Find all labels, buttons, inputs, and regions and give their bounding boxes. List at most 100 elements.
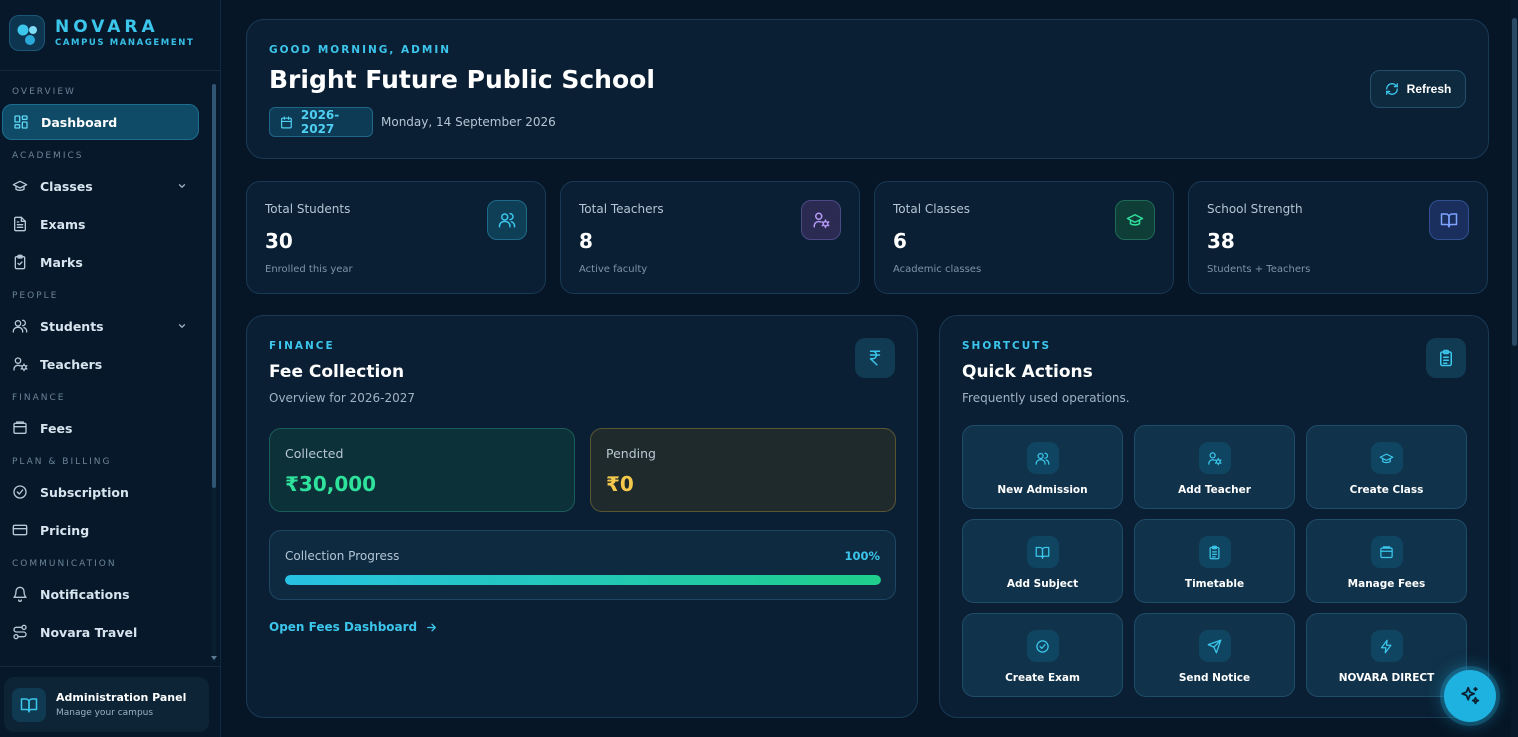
quick-action-novara-direct[interactable]: NOVARA DIRECT xyxy=(1306,613,1467,697)
layout-grid-icon xyxy=(13,114,29,130)
chevron-down-icon[interactable] xyxy=(177,181,187,191)
sidebar-item-fees[interactable]: Fees xyxy=(2,410,199,446)
brand-subtitle: CAMPUS MANAGEMENT xyxy=(55,38,195,48)
refresh-icon xyxy=(1385,83,1398,95)
quick-actions-card: SHORTCUTS Quick Actions Frequently used … xyxy=(939,315,1489,718)
stat-label: Total Teachers xyxy=(579,202,664,216)
sidebar-scroll-down-icon[interactable] xyxy=(211,656,217,660)
admin-panel-subtitle: Manage your campus xyxy=(56,708,154,718)
sidebar-item-exams[interactable]: Exams xyxy=(2,206,199,242)
pending-box: Pending ₹0 xyxy=(590,428,896,512)
check-circle-icon xyxy=(1026,630,1059,662)
collected-box: Collected ₹30,000 xyxy=(269,428,575,512)
sidebar-item-subscription[interactable]: Subscription xyxy=(2,474,199,510)
graduation-cap-icon xyxy=(1370,442,1403,474)
sidebar-item-dashboard[interactable]: Dashboard xyxy=(2,104,199,140)
bell-icon xyxy=(12,586,28,602)
check-circle-icon xyxy=(12,484,28,500)
collected-value: ₹30,000 xyxy=(285,472,377,496)
stat-value: 30 xyxy=(265,229,293,253)
clipboard-list-icon xyxy=(1426,338,1466,378)
wallet-icon xyxy=(12,420,28,436)
fee-collection-card: FINANCE Fee Collection Overview for 2026… xyxy=(246,315,918,718)
quick-action-new-admission[interactable]: New Admission xyxy=(962,425,1123,509)
school-name: Bright Future Public School xyxy=(269,65,655,94)
refresh-label: Refresh xyxy=(1406,82,1452,96)
quick-action-label: Create Exam xyxy=(1005,672,1080,684)
quick-action-create-class[interactable]: Create Class xyxy=(1306,425,1467,509)
sidebar-item-classes[interactable]: Classes xyxy=(2,168,199,204)
quick-action-send-notice[interactable]: Send Notice xyxy=(1134,613,1295,697)
quick-action-create-exam[interactable]: Create Exam xyxy=(962,613,1123,697)
sidebar-item-notifications[interactable]: Notifications xyxy=(2,576,199,612)
sidebar-item-label: Exams xyxy=(40,216,86,232)
finance-overline: FINANCE xyxy=(269,340,335,352)
administration-panel-card[interactable]: Administration Panel Manage your campus xyxy=(4,677,209,732)
academic-year-value: 2026-2027 xyxy=(300,108,340,136)
nav-section-academics: ACADEMICS xyxy=(12,151,84,161)
stat-value: 8 xyxy=(579,229,593,253)
users-icon xyxy=(1026,442,1059,474)
fees-link-label: Open Fees Dashboard xyxy=(269,620,418,634)
welcome-header-card: GOOD MORNING, ADMIN Bright Future Public… xyxy=(246,19,1489,159)
sidebar-item-novara-travel[interactable]: Novara Travel xyxy=(2,614,199,650)
route-icon xyxy=(12,624,28,640)
quick-action-label: NOVARA DIRECT xyxy=(1338,672,1435,684)
sidebar-item-teachers[interactable]: Teachers xyxy=(2,346,199,382)
nav-section-finance: FINANCE xyxy=(12,393,66,403)
sidebar-item-students[interactable]: Students xyxy=(2,308,199,344)
brand-name: NOVARA xyxy=(55,17,159,37)
open-fees-dashboard-link[interactable]: Open Fees Dashboard xyxy=(269,620,438,634)
chevron-down-icon[interactable] xyxy=(177,321,187,331)
zap-icon xyxy=(1370,630,1403,662)
graduation-cap-icon xyxy=(12,178,28,194)
nav-section-communication: COMMUNICATION xyxy=(12,559,117,569)
arrow-right-icon xyxy=(427,623,437,631)
brand[interactable]: NOVARA CAMPUS MANAGEMENT xyxy=(9,15,209,51)
users-icon xyxy=(12,318,28,334)
rupee-icon xyxy=(855,338,895,378)
clipboard-list-icon xyxy=(1198,536,1231,568)
collection-progress-card: Collection Progress 100% xyxy=(269,530,896,600)
quick-actions-grid: New Admission Add Teacher Create Class Add … xyxy=(962,425,1467,697)
stat-caption: Active faculty xyxy=(579,264,648,275)
progress-track xyxy=(285,575,881,585)
quick-action-label: Send Notice xyxy=(1178,672,1251,684)
sidebar-item-label: Teachers xyxy=(40,356,103,372)
quick-action-timetable[interactable]: Timetable xyxy=(1134,519,1295,603)
stat-caption: Students + Teachers xyxy=(1207,264,1311,275)
file-text-icon xyxy=(12,216,28,232)
quick-action-add-teacher[interactable]: Add Teacher xyxy=(1134,425,1295,509)
page-scrollbar[interactable] xyxy=(1512,18,1517,346)
quick-action-add-subject[interactable]: Add Subject xyxy=(962,519,1123,603)
pending-label: Pending xyxy=(606,446,656,461)
nav-section-people: PEOPLE xyxy=(12,291,59,301)
stat-label: Total Students xyxy=(265,202,351,216)
stat-label: Total Classes xyxy=(893,202,971,216)
quick-action-manage-fees[interactable]: Manage Fees xyxy=(1306,519,1467,603)
sidebar-footer: Administration Panel Manage your campus xyxy=(0,666,221,737)
progress-percent: 100% xyxy=(844,549,880,563)
quick-action-label: Manage Fees xyxy=(1347,578,1426,590)
current-date: Monday, 14 September 2026 xyxy=(381,115,556,129)
sidebar-item-marks[interactable]: Marks xyxy=(2,244,199,280)
credit-card-icon xyxy=(12,522,28,538)
quick-action-label: Add Teacher xyxy=(1178,484,1251,496)
academic-year-badge[interactable]: 2026-2027 xyxy=(269,107,373,137)
user-cog-icon xyxy=(1198,442,1231,474)
send-icon xyxy=(1198,630,1231,662)
progress-label: Collection Progress xyxy=(285,549,400,563)
stat-value: 6 xyxy=(893,229,907,253)
refresh-button[interactable]: Refresh xyxy=(1370,70,1466,108)
fee-collection-title: Fee Collection xyxy=(269,362,405,382)
stat-card-total-students: Total Students 30 Enrolled this year xyxy=(246,181,546,294)
sidebar-scrollbar[interactable] xyxy=(212,84,216,488)
novara-logo-icon xyxy=(9,15,45,51)
nav-section-plan-billing: PLAN & BILLING xyxy=(12,457,112,467)
sidebar-divider xyxy=(0,70,221,71)
sidebar-item-pricing[interactable]: Pricing xyxy=(2,512,199,548)
sidebar-item-label: Fees xyxy=(40,420,73,436)
sidebar-item-label: Notifications xyxy=(40,586,130,602)
ai-assistant-button[interactable] xyxy=(1444,670,1496,722)
sidebar-item-label: Pricing xyxy=(40,522,90,538)
